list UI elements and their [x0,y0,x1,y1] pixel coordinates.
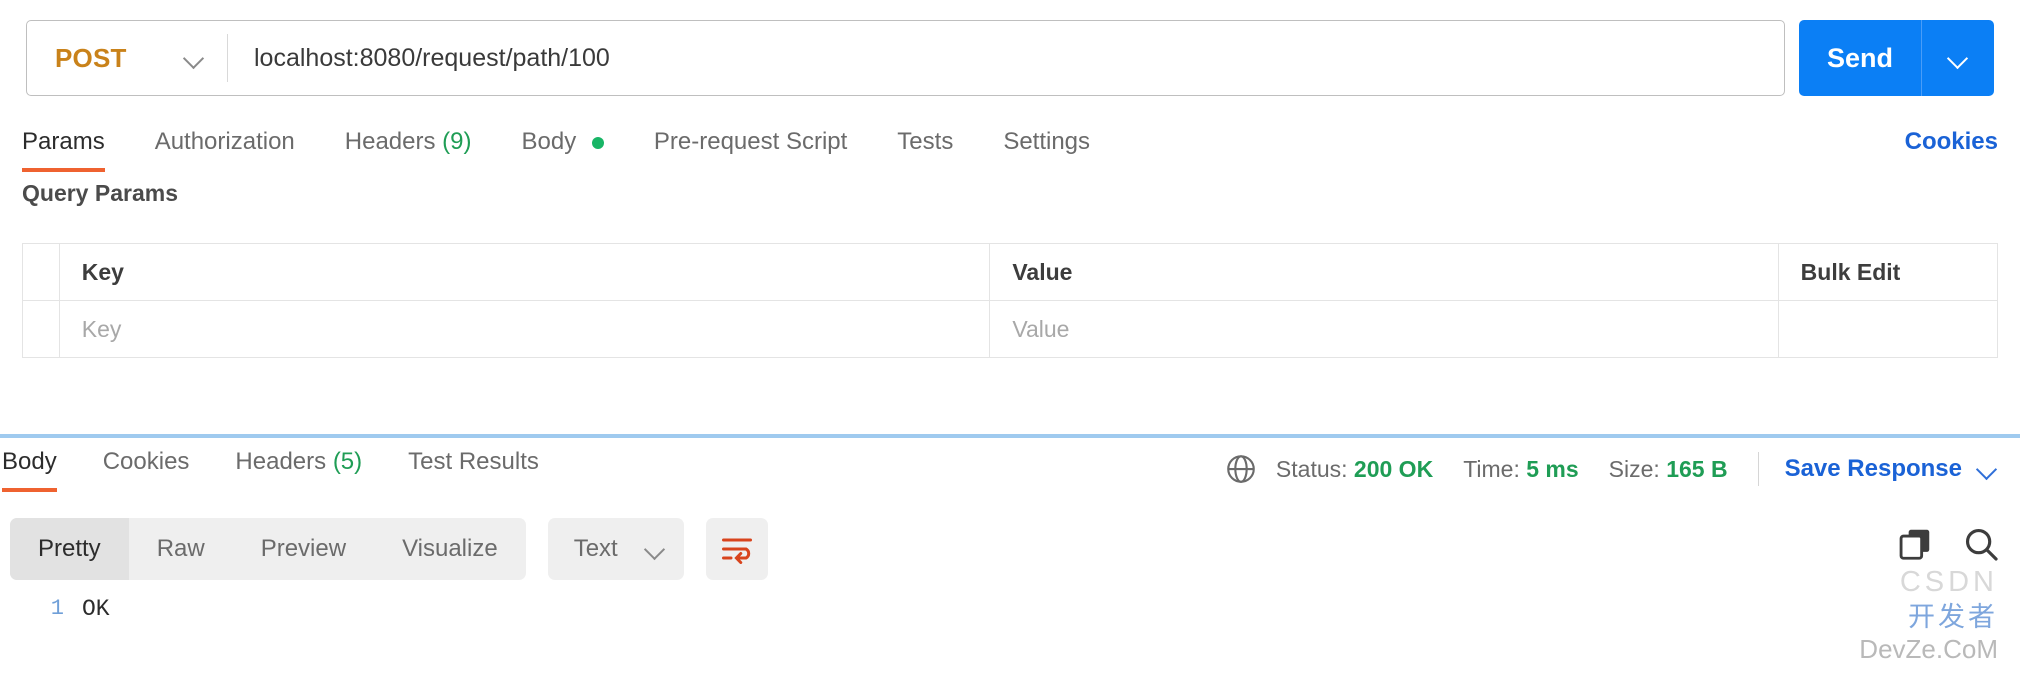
column-header-key: Key [58,243,991,301]
url-input-container: POST localhost:8080/request/path/100 [26,20,1785,96]
column-header-value: Value [989,243,1779,301]
tab-pre-request-script[interactable]: Pre-request Script [654,128,847,172]
size-item: Size: 165 B [1609,456,1728,483]
tab-label: Headers [235,448,327,475]
response-tab-body[interactable]: Body [2,448,57,492]
bulk-edit-cell: Bulk Edit [1777,243,1999,301]
query-params-title: Query Params [22,180,178,206]
line-content: OK [82,596,110,622]
watermark-line-1: CSDN [1899,566,1998,598]
view-mode-segmented-control: Pretty Raw Preview Visualize [10,518,526,580]
postman-request-response-view: POST localhost:8080/request/path/100 Sen… [0,0,2020,673]
chevron-down-icon [644,538,666,560]
response-status-strip: Status: 200 OK Time: 5 ms Size: 165 B Sa… [1224,452,1998,486]
size-label: Size: [1608,455,1660,482]
response-tab-test-results[interactable]: Test Results [408,448,539,492]
status-item: Status: 200 OK [1276,456,1433,483]
save-response-label: Save Response [1784,455,1962,482]
bulk-edit-button[interactable]: Bulk Edit [1801,259,1901,285]
view-mode-preview[interactable]: Preview [233,518,374,580]
tab-label: Test Results [408,448,539,475]
tab-tests[interactable]: Tests [897,128,953,172]
send-button-group: Send [1799,20,1994,96]
response-tab-cookies[interactable]: Cookies [103,448,190,492]
cookies-link[interactable]: Cookies [1905,128,1998,156]
tab-label: Authorization [154,128,295,155]
tab-count: (5) [332,448,363,475]
tab-label: Cookies [102,448,190,475]
format-select-label: Text [573,535,618,562]
response-body-viewer[interactable]: 1 OK [0,596,2020,622]
http-method-selector[interactable]: POST [27,21,227,95]
view-mode-raw[interactable]: Raw [129,518,233,580]
tab-label: Body [2,448,57,475]
tab-headers[interactable]: Headers (9) [345,128,472,172]
table-header-row: Key Value Bulk Edit [22,243,1999,301]
tab-settings[interactable]: Settings [1003,128,1090,172]
time-label: Time: [1463,455,1520,482]
value-input[interactable]: Value [989,300,1779,358]
url-bar: POST localhost:8080/request/path/100 Sen… [26,20,1994,96]
key-input[interactable]: Key [58,300,991,358]
response-format-toolbar: Pretty Raw Preview Visualize Text [10,518,768,580]
view-mode-visualize[interactable]: Visualize [374,518,526,580]
chevron-down-icon [183,47,205,69]
http-method-label: POST [55,42,127,73]
select-all-cell[interactable] [22,243,60,301]
status-label: Status: [1275,455,1348,482]
tab-body[interactable]: Body [522,128,604,172]
save-response-button[interactable]: Save Response [1785,455,1998,483]
copy-icon[interactable] [1896,525,1934,563]
body-modified-dot-icon [591,136,604,149]
size-value: 165 B [1666,455,1728,482]
line-number: 1 [50,596,64,621]
request-tabs: Params Authorization Headers (9) Body Pr… [22,128,1998,178]
row-empty-cell [1777,300,1999,358]
wrap-text-button[interactable] [705,518,768,580]
tab-label: Headers [344,128,436,155]
tab-params[interactable]: Params [22,128,105,172]
time-item: Time: 5 ms [1463,456,1578,483]
tab-label: Tests [897,128,954,155]
tab-label: Settings [1003,128,1091,155]
send-options-button[interactable] [1922,20,1994,96]
code-line: 1 OK [0,596,2020,622]
search-icon[interactable] [1962,525,2000,563]
response-actions [1896,525,2000,563]
watermark-line-3: DevZe.CoM [1859,634,1998,664]
row-checkbox-cell[interactable] [22,300,60,358]
globe-icon [1227,455,1255,483]
response-tab-headers[interactable]: Headers (5) [235,448,362,492]
url-input[interactable]: localhost:8080/request/path/100 [228,44,1784,73]
tab-label: Params [22,128,105,155]
status-value: 200 OK [1353,455,1434,482]
table-row: Key Value [22,300,1999,358]
format-select[interactable]: Text [547,518,684,580]
time-value: 5 ms [1526,455,1579,482]
tab-label: Body [521,128,577,155]
send-button[interactable]: Send [1799,20,1921,96]
pane-resize-handle[interactable] [0,434,2020,438]
view-mode-pretty[interactable]: Pretty [10,518,129,580]
chevron-down-icon [1947,47,1969,69]
tab-label: Pre-request Script [653,128,848,155]
chevron-down-icon [1976,458,1998,480]
query-params-table: Key Value Bulk Edit Key Value [22,243,1999,358]
wrap-text-icon [721,538,752,564]
tab-count: (9) [442,128,472,155]
tab-authorization[interactable]: Authorization [155,128,295,172]
divider [1757,452,1759,486]
